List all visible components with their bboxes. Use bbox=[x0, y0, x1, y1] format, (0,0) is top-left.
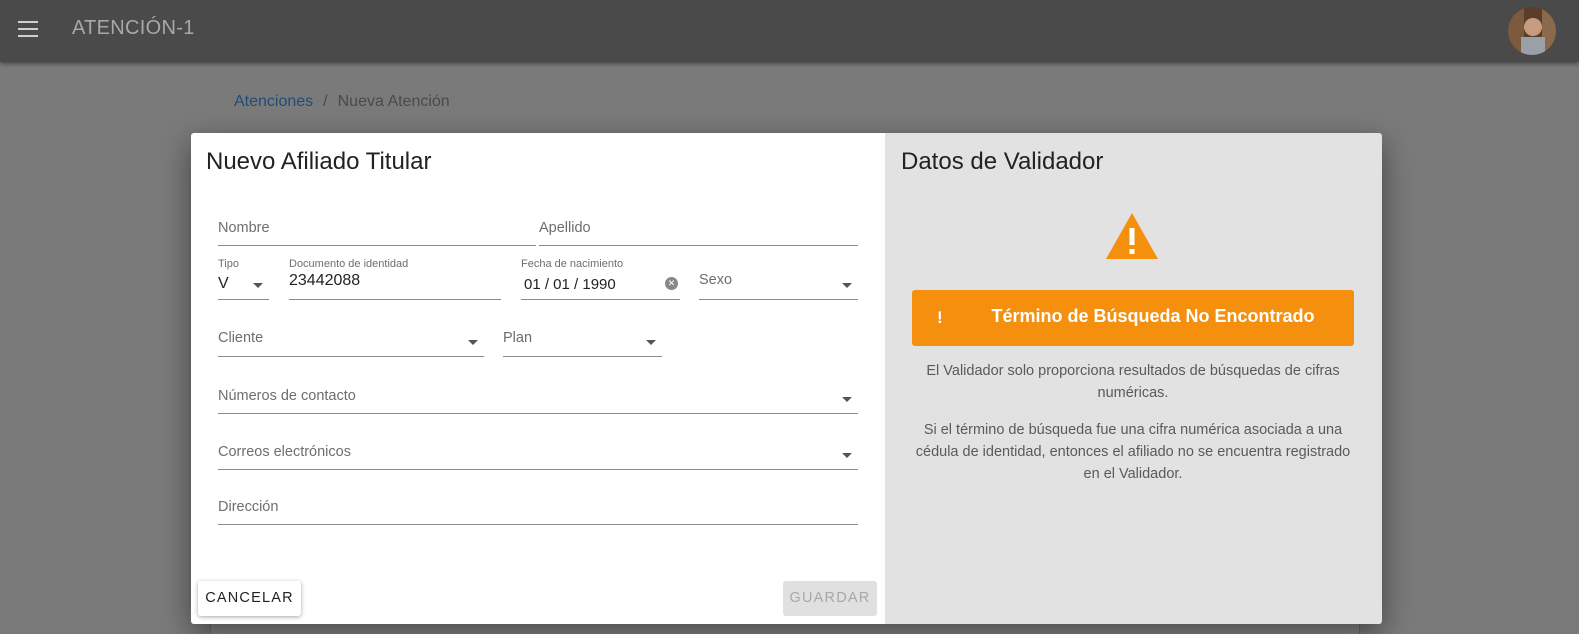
nombre-label: Nombre bbox=[218, 220, 270, 236]
apellido-field[interactable]: Apellido bbox=[539, 212, 858, 246]
sexo-select[interactable]: Sexo bbox=[699, 266, 858, 300]
chevron-down-icon bbox=[468, 340, 478, 345]
chevron-down-icon bbox=[842, 283, 852, 288]
documento-label: Documento de identidad bbox=[289, 258, 409, 270]
tipo-value: V bbox=[218, 275, 229, 292]
breadcrumb-current: Nueva Atención bbox=[337, 93, 450, 110]
new-affiliate-dialog: Nuevo Afiliado Titular Nombre Apellido T… bbox=[191, 133, 1382, 624]
dialog-title: Nuevo Afiliado Titular bbox=[206, 148, 432, 175]
cancel-button[interactable]: CANCELAR bbox=[198, 581, 301, 616]
chevron-down-icon bbox=[842, 397, 852, 402]
tipo-select[interactable]: Tipo V bbox=[218, 258, 269, 300]
fecha-nacimiento-field[interactable]: Fecha de nacimiento 01 / 01 / 1990 ✕ bbox=[521, 258, 680, 300]
breadcrumb-separator: / bbox=[323, 93, 328, 110]
contacto-label: Números de contacto bbox=[218, 388, 356, 404]
menu-icon[interactable] bbox=[18, 21, 38, 37]
avatar-image bbox=[1508, 7, 1556, 55]
plan-select[interactable]: Plan bbox=[503, 323, 662, 357]
app-title: ATENCIÓN-1 bbox=[72, 17, 195, 39]
sexo-label: Sexo bbox=[699, 272, 733, 288]
chevron-down-icon bbox=[646, 340, 656, 345]
chevron-down-icon bbox=[842, 453, 852, 458]
breadcrumb: Atenciones / Nueva Atención bbox=[234, 93, 450, 111]
chevron-down-icon bbox=[253, 283, 263, 288]
save-button: GUARDAR bbox=[783, 581, 877, 616]
direccion-field[interactable]: Dirección bbox=[218, 491, 858, 525]
fecha-value: 01 / 01 / 1990 bbox=[524, 276, 616, 293]
validator-pane: Datos de Validador ! Término de Búsqueda… bbox=[885, 133, 1382, 624]
correos-select[interactable]: Correos electrónicos bbox=[218, 436, 858, 470]
alert-text: Término de Búsqueda No Encontrado bbox=[991, 306, 1315, 326]
numeros-contacto-select[interactable]: Números de contacto bbox=[218, 380, 858, 414]
warning-icon bbox=[1106, 213, 1158, 259]
cliente-label: Cliente bbox=[218, 330, 264, 346]
documento-value: 23442088 bbox=[289, 272, 361, 289]
cliente-select[interactable]: Cliente bbox=[218, 323, 484, 357]
validator-info-1: El Validador solo proporciona resultados… bbox=[926, 363, 1340, 401]
breadcrumb-link-atenciones[interactable]: Atenciones bbox=[234, 93, 313, 110]
nombre-field[interactable]: Nombre bbox=[218, 212, 536, 246]
apellido-label: Apellido bbox=[539, 220, 591, 236]
fecha-label: Fecha de nacimiento bbox=[521, 258, 624, 270]
tipo-label: Tipo bbox=[218, 258, 239, 270]
documento-field[interactable]: Documento de identidad 23442088 bbox=[289, 258, 501, 300]
affiliate-form-pane: Nuevo Afiliado Titular Nombre Apellido T… bbox=[191, 133, 885, 624]
plan-label: Plan bbox=[503, 330, 533, 346]
validator-info-2: Si el término de búsqueda fue una cifra … bbox=[915, 422, 1351, 482]
direccion-label: Dirección bbox=[218, 499, 279, 515]
clear-icon[interactable]: ✕ bbox=[665, 277, 678, 290]
validator-title: Datos de Validador bbox=[901, 148, 1104, 175]
app-bar: ATENCIÓN-1 bbox=[0, 0, 1579, 62]
correos-label: Correos electrónicos bbox=[218, 444, 351, 460]
avatar[interactable] bbox=[1508, 7, 1556, 55]
not-found-alert: ! Término de Búsqueda No Encontrado bbox=[912, 290, 1354, 346]
